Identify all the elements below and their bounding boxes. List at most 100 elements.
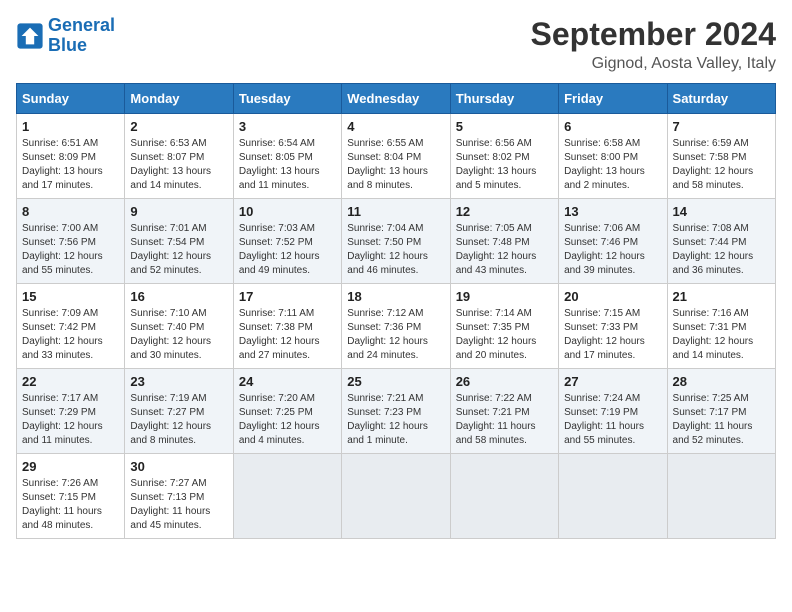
col-header-sunday: Sunday bbox=[17, 84, 125, 114]
calendar-cell: 29 Sunrise: 7:26 AM Sunset: 7:15 PM Dayl… bbox=[17, 454, 125, 539]
day-info: Sunrise: 7:25 AM Sunset: 7:17 PM Dayligh… bbox=[673, 392, 770, 448]
day-info: Sunrise: 7:26 AM Sunset: 7:15 PM Dayligh… bbox=[22, 477, 119, 533]
logo: General Blue bbox=[16, 16, 115, 56]
day-info: Sunrise: 7:27 AM Sunset: 7:13 PM Dayligh… bbox=[130, 477, 227, 533]
day-number: 19 bbox=[456, 289, 553, 304]
calendar-cell: 1 Sunrise: 6:51 AM Sunset: 8:09 PM Dayli… bbox=[17, 114, 125, 199]
day-number: 26 bbox=[456, 374, 553, 389]
calendar-cell: 24 Sunrise: 7:20 AM Sunset: 7:25 PM Dayl… bbox=[233, 369, 341, 454]
col-header-thursday: Thursday bbox=[450, 84, 558, 114]
day-info: Sunrise: 7:21 AM Sunset: 7:23 PM Dayligh… bbox=[347, 392, 444, 448]
day-info: Sunrise: 7:04 AM Sunset: 7:50 PM Dayligh… bbox=[347, 222, 444, 278]
col-header-monday: Monday bbox=[125, 84, 233, 114]
day-info: Sunrise: 7:12 AM Sunset: 7:36 PM Dayligh… bbox=[347, 307, 444, 363]
day-number: 17 bbox=[239, 289, 336, 304]
calendar-week-row: 29 Sunrise: 7:26 AM Sunset: 7:15 PM Dayl… bbox=[17, 454, 776, 539]
day-number: 21 bbox=[673, 289, 770, 304]
calendar-week-row: 8 Sunrise: 7:00 AM Sunset: 7:56 PM Dayli… bbox=[17, 199, 776, 284]
day-info: Sunrise: 6:53 AM Sunset: 8:07 PM Dayligh… bbox=[130, 137, 227, 193]
day-info: Sunrise: 7:06 AM Sunset: 7:46 PM Dayligh… bbox=[564, 222, 661, 278]
day-number: 2 bbox=[130, 119, 227, 134]
day-info: Sunrise: 7:16 AM Sunset: 7:31 PM Dayligh… bbox=[673, 307, 770, 363]
calendar-cell: 23 Sunrise: 7:19 AM Sunset: 7:27 PM Dayl… bbox=[125, 369, 233, 454]
calendar-cell: 21 Sunrise: 7:16 AM Sunset: 7:31 PM Dayl… bbox=[667, 284, 775, 369]
day-number: 29 bbox=[22, 459, 119, 474]
day-number: 12 bbox=[456, 204, 553, 219]
day-number: 23 bbox=[130, 374, 227, 389]
calendar-header-row: SundayMondayTuesdayWednesdayThursdayFrid… bbox=[17, 84, 776, 114]
day-info: Sunrise: 6:56 AM Sunset: 8:02 PM Dayligh… bbox=[456, 137, 553, 193]
calendar-cell bbox=[342, 454, 450, 539]
day-info: Sunrise: 6:51 AM Sunset: 8:09 PM Dayligh… bbox=[22, 137, 119, 193]
day-number: 6 bbox=[564, 119, 661, 134]
day-number: 20 bbox=[564, 289, 661, 304]
day-info: Sunrise: 6:58 AM Sunset: 8:00 PM Dayligh… bbox=[564, 137, 661, 193]
col-header-tuesday: Tuesday bbox=[233, 84, 341, 114]
day-info: Sunrise: 6:59 AM Sunset: 7:58 PM Dayligh… bbox=[673, 137, 770, 193]
day-info: Sunrise: 7:22 AM Sunset: 7:21 PM Dayligh… bbox=[456, 392, 553, 448]
calendar-cell: 16 Sunrise: 7:10 AM Sunset: 7:40 PM Dayl… bbox=[125, 284, 233, 369]
day-info: Sunrise: 7:10 AM Sunset: 7:40 PM Dayligh… bbox=[130, 307, 227, 363]
logo-blue: Blue bbox=[48, 35, 87, 55]
col-header-wednesday: Wednesday bbox=[342, 84, 450, 114]
calendar-cell: 18 Sunrise: 7:12 AM Sunset: 7:36 PM Dayl… bbox=[342, 284, 450, 369]
header-area: General Blue September 2024 Gignod, Aost… bbox=[16, 16, 776, 73]
calendar-cell: 22 Sunrise: 7:17 AM Sunset: 7:29 PM Dayl… bbox=[17, 369, 125, 454]
calendar-table: SundayMondayTuesdayWednesdayThursdayFrid… bbox=[16, 83, 776, 539]
day-info: Sunrise: 7:08 AM Sunset: 7:44 PM Dayligh… bbox=[673, 222, 770, 278]
month-title: September 2024 bbox=[531, 16, 776, 53]
calendar-cell: 26 Sunrise: 7:22 AM Sunset: 7:21 PM Dayl… bbox=[450, 369, 558, 454]
calendar-week-row: 1 Sunrise: 6:51 AM Sunset: 8:09 PM Dayli… bbox=[17, 114, 776, 199]
day-number: 28 bbox=[673, 374, 770, 389]
calendar-week-row: 15 Sunrise: 7:09 AM Sunset: 7:42 PM Dayl… bbox=[17, 284, 776, 369]
calendar-cell bbox=[233, 454, 341, 539]
day-info: Sunrise: 7:20 AM Sunset: 7:25 PM Dayligh… bbox=[239, 392, 336, 448]
day-info: Sunrise: 7:15 AM Sunset: 7:33 PM Dayligh… bbox=[564, 307, 661, 363]
day-info: Sunrise: 7:17 AM Sunset: 7:29 PM Dayligh… bbox=[22, 392, 119, 448]
col-header-friday: Friday bbox=[559, 84, 667, 114]
calendar-cell: 8 Sunrise: 7:00 AM Sunset: 7:56 PM Dayli… bbox=[17, 199, 125, 284]
calendar-week-row: 22 Sunrise: 7:17 AM Sunset: 7:29 PM Dayl… bbox=[17, 369, 776, 454]
col-header-saturday: Saturday bbox=[667, 84, 775, 114]
calendar-cell: 12 Sunrise: 7:05 AM Sunset: 7:48 PM Dayl… bbox=[450, 199, 558, 284]
calendar-cell bbox=[559, 454, 667, 539]
calendar-cell: 20 Sunrise: 7:15 AM Sunset: 7:33 PM Dayl… bbox=[559, 284, 667, 369]
calendar-cell bbox=[450, 454, 558, 539]
day-info: Sunrise: 7:19 AM Sunset: 7:27 PM Dayligh… bbox=[130, 392, 227, 448]
calendar-cell: 2 Sunrise: 6:53 AM Sunset: 8:07 PM Dayli… bbox=[125, 114, 233, 199]
calendar-cell: 14 Sunrise: 7:08 AM Sunset: 7:44 PM Dayl… bbox=[667, 199, 775, 284]
calendar-cell: 4 Sunrise: 6:55 AM Sunset: 8:04 PM Dayli… bbox=[342, 114, 450, 199]
calendar-cell: 28 Sunrise: 7:25 AM Sunset: 7:17 PM Dayl… bbox=[667, 369, 775, 454]
day-info: Sunrise: 7:11 AM Sunset: 7:38 PM Dayligh… bbox=[239, 307, 336, 363]
day-number: 27 bbox=[564, 374, 661, 389]
day-number: 18 bbox=[347, 289, 444, 304]
day-number: 16 bbox=[130, 289, 227, 304]
day-number: 3 bbox=[239, 119, 336, 134]
day-number: 7 bbox=[673, 119, 770, 134]
calendar-cell: 15 Sunrise: 7:09 AM Sunset: 7:42 PM Dayl… bbox=[17, 284, 125, 369]
calendar-cell: 3 Sunrise: 6:54 AM Sunset: 8:05 PM Dayli… bbox=[233, 114, 341, 199]
day-number: 1 bbox=[22, 119, 119, 134]
day-info: Sunrise: 7:24 AM Sunset: 7:19 PM Dayligh… bbox=[564, 392, 661, 448]
day-info: Sunrise: 7:09 AM Sunset: 7:42 PM Dayligh… bbox=[22, 307, 119, 363]
day-number: 4 bbox=[347, 119, 444, 134]
calendar-cell: 27 Sunrise: 7:24 AM Sunset: 7:19 PM Dayl… bbox=[559, 369, 667, 454]
calendar-cell bbox=[667, 454, 775, 539]
day-number: 14 bbox=[673, 204, 770, 219]
logo-icon bbox=[16, 22, 44, 50]
calendar-cell: 7 Sunrise: 6:59 AM Sunset: 7:58 PM Dayli… bbox=[667, 114, 775, 199]
day-number: 9 bbox=[130, 204, 227, 219]
day-info: Sunrise: 7:01 AM Sunset: 7:54 PM Dayligh… bbox=[130, 222, 227, 278]
location-title: Gignod, Aosta Valley, Italy bbox=[531, 55, 776, 73]
day-number: 5 bbox=[456, 119, 553, 134]
day-info: Sunrise: 7:05 AM Sunset: 7:48 PM Dayligh… bbox=[456, 222, 553, 278]
day-info: Sunrise: 7:14 AM Sunset: 7:35 PM Dayligh… bbox=[456, 307, 553, 363]
day-number: 22 bbox=[22, 374, 119, 389]
day-info: Sunrise: 6:54 AM Sunset: 8:05 PM Dayligh… bbox=[239, 137, 336, 193]
calendar-cell: 11 Sunrise: 7:04 AM Sunset: 7:50 PM Dayl… bbox=[342, 199, 450, 284]
day-number: 24 bbox=[239, 374, 336, 389]
calendar-cell: 13 Sunrise: 7:06 AM Sunset: 7:46 PM Dayl… bbox=[559, 199, 667, 284]
logo-text: General Blue bbox=[48, 16, 115, 56]
logo-general: General bbox=[48, 15, 115, 35]
calendar-cell: 9 Sunrise: 7:01 AM Sunset: 7:54 PM Dayli… bbox=[125, 199, 233, 284]
